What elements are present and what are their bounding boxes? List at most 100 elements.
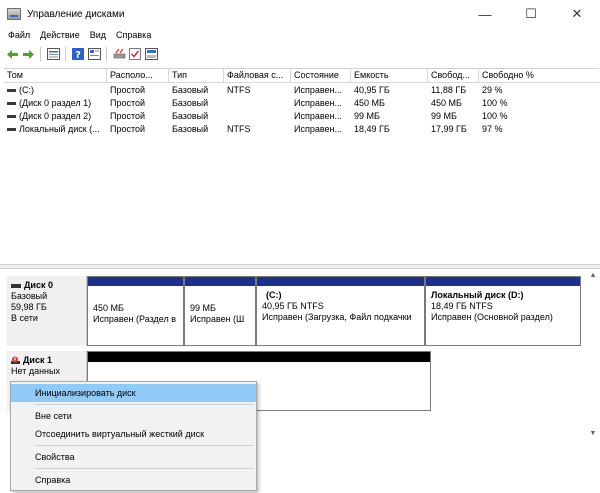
- partition-bar: [426, 277, 580, 286]
- cell-type: Базовый: [172, 85, 209, 95]
- menu-properties[interactable]: Свойства: [11, 448, 256, 466]
- table-row[interactable]: Локальный диск (... Простой Базовый NTFS…: [4, 123, 599, 136]
- cell-file-system: [224, 97, 291, 110]
- disk-0-type: Базовый: [11, 291, 48, 301]
- disk-1-status: Нет данных: [11, 366, 60, 376]
- help-icon[interactable]: ?: [71, 47, 85, 61]
- disk-0-name: Диск 0: [24, 280, 53, 290]
- title-bar: Управление дисками — ☐ ✕: [0, 0, 600, 28]
- column-layout[interactable]: Располо...: [107, 69, 169, 83]
- toolbar: ?: [0, 44, 600, 64]
- partition-status: Исправен (Загрузка, Файл подкачки: [262, 312, 412, 322]
- table-row[interactable]: (Диск 0 раздел 2) Простой Базовый Исправ…: [4, 110, 599, 123]
- partition-disk0-2[interactable]: 99 МБ Исправен (Ш: [184, 276, 256, 346]
- partition-status: Исправен (Ш: [190, 314, 245, 324]
- partition-bar: [257, 277, 424, 286]
- menu-separator: [35, 445, 254, 446]
- cell-status: Исправен...: [294, 124, 343, 134]
- column-status[interactable]: Состояние: [291, 69, 351, 83]
- cell-percent-free: 29 %: [482, 85, 503, 95]
- connect-icon[interactable]: [112, 47, 126, 61]
- menu-view[interactable]: Вид: [85, 30, 111, 40]
- cell-capacity: 450 МБ: [354, 98, 385, 108]
- volume-icon: [7, 127, 16, 131]
- back-icon[interactable]: [5, 47, 19, 61]
- cell-status: Исправен...: [294, 111, 343, 121]
- menu-detach-vhd[interactable]: Отсоединить виртуальный жесткий диск: [11, 425, 256, 443]
- cell-layout: Простой: [110, 124, 146, 134]
- cell-file-system: NTFS: [227, 124, 251, 134]
- volume-list-scrollbar[interactable]: [587, 69, 599, 265]
- cell-file-system: NTFS: [227, 85, 251, 95]
- cell-free-space: 450 МБ: [431, 98, 462, 108]
- partition-disk0-1[interactable]: 450 МБ Исправен (Раздел в: [87, 276, 184, 346]
- window-controls: — ☐ ✕: [462, 0, 600, 28]
- menu-help-item[interactable]: Справка: [11, 471, 256, 489]
- scroll-up-icon[interactable]: ▲: [587, 269, 599, 281]
- cell-capacity: 99 МБ: [354, 111, 380, 121]
- close-button[interactable]: ✕: [554, 0, 600, 28]
- scroll-down-icon[interactable]: ▼: [587, 427, 599, 439]
- table-row[interactable]: (C:) Простой Базовый NTFS Исправен... 40…: [4, 84, 599, 97]
- disk-0-size: 59,98 ГБ: [11, 302, 47, 312]
- disk-0-label[interactable]: Диск 0 Базовый 59,98 ГБ В сети: [7, 276, 87, 346]
- partition-size: 18,49 ГБ NTFS: [431, 301, 493, 311]
- column-capacity[interactable]: Емкость: [351, 69, 428, 83]
- cell-volume: Локальный диск (...: [19, 124, 100, 134]
- menu-separator: [35, 404, 254, 405]
- volume-icon: [7, 101, 16, 105]
- partition-title: (C:): [266, 290, 282, 300]
- window-title: Управление дисками: [27, 8, 125, 20]
- list-view-icon[interactable]: [46, 47, 60, 61]
- cell-volume: (Диск 0 раздел 1): [19, 98, 92, 108]
- check-icon[interactable]: [128, 47, 142, 61]
- menu-file[interactable]: Файл: [3, 30, 35, 40]
- svg-text:?: ?: [75, 50, 81, 60]
- table-row[interactable]: (Диск 0 раздел 1) Простой Базовый Исправ…: [4, 97, 599, 110]
- cell-percent-free: 97 %: [482, 124, 503, 134]
- column-percent-free[interactable]: Свободно %: [479, 69, 587, 83]
- cell-free-space: 17,99 ГБ: [431, 124, 467, 134]
- cell-capacity: 18,49 ГБ: [354, 124, 390, 134]
- volume-icon: [7, 114, 16, 118]
- disk-1-name: Диск 1: [23, 355, 52, 365]
- menu-bar: Файл Действие Вид Справка: [0, 27, 600, 43]
- partition-bar: [88, 277, 183, 286]
- partition-c[interactable]: (C:) 40,95 ГБ NTFS Исправен (Загрузка, Ф…: [256, 276, 425, 346]
- menu-help[interactable]: Справка: [111, 30, 156, 40]
- partition-size: 450 МБ: [93, 303, 124, 313]
- properties-icon[interactable]: [87, 47, 101, 61]
- cell-type: Базовый: [172, 124, 209, 134]
- column-type[interactable]: Тип: [169, 69, 224, 83]
- cell-status: Исправен...: [294, 98, 343, 108]
- partition-size: 99 МБ: [190, 303, 216, 313]
- menu-action[interactable]: Действие: [35, 30, 85, 40]
- cell-percent-free: 100 %: [482, 98, 508, 108]
- cell-volume: (C:): [19, 85, 34, 95]
- maximize-button[interactable]: ☐: [508, 0, 554, 28]
- context-menu: Инициализировать диск Вне сети Отсоедини…: [10, 381, 257, 491]
- layout-icon[interactable]: [144, 47, 158, 61]
- minimize-button[interactable]: —: [462, 0, 508, 28]
- cell-status: Исправен...: [294, 85, 343, 95]
- volume-rows: (C:) Простой Базовый NTFS Исправен... 40…: [4, 84, 599, 136]
- partition-status: Исправен (Раздел в: [93, 314, 177, 324]
- partition-title: Локальный диск (D:): [431, 290, 524, 300]
- unallocated-bar: [88, 352, 430, 362]
- toolbar-separator: [106, 47, 107, 61]
- menu-offline[interactable]: Вне сети: [11, 407, 256, 425]
- forward-icon[interactable]: [21, 47, 35, 61]
- cell-capacity: 40,95 ГБ: [354, 85, 390, 95]
- cell-free-space: 99 МБ: [431, 111, 457, 121]
- cell-type: Базовый: [172, 111, 209, 121]
- disk-map-scrollbar[interactable]: ▲ ▼: [587, 269, 599, 439]
- disk-management-icon: [7, 8, 21, 20]
- cell-free-space: 11,88 ГБ: [431, 85, 467, 95]
- menu-separator: [35, 468, 254, 469]
- partition-d[interactable]: Локальный диск (D:) 18,49 ГБ NTFS Исправ…: [425, 276, 581, 346]
- disk-0-status: В сети: [11, 313, 38, 323]
- column-free-space[interactable]: Свобод...: [428, 69, 479, 83]
- column-file-system[interactable]: Файловая с...: [224, 69, 291, 83]
- menu-initialize-disk[interactable]: Инициализировать диск: [11, 384, 256, 402]
- column-volume[interactable]: Том: [4, 69, 107, 83]
